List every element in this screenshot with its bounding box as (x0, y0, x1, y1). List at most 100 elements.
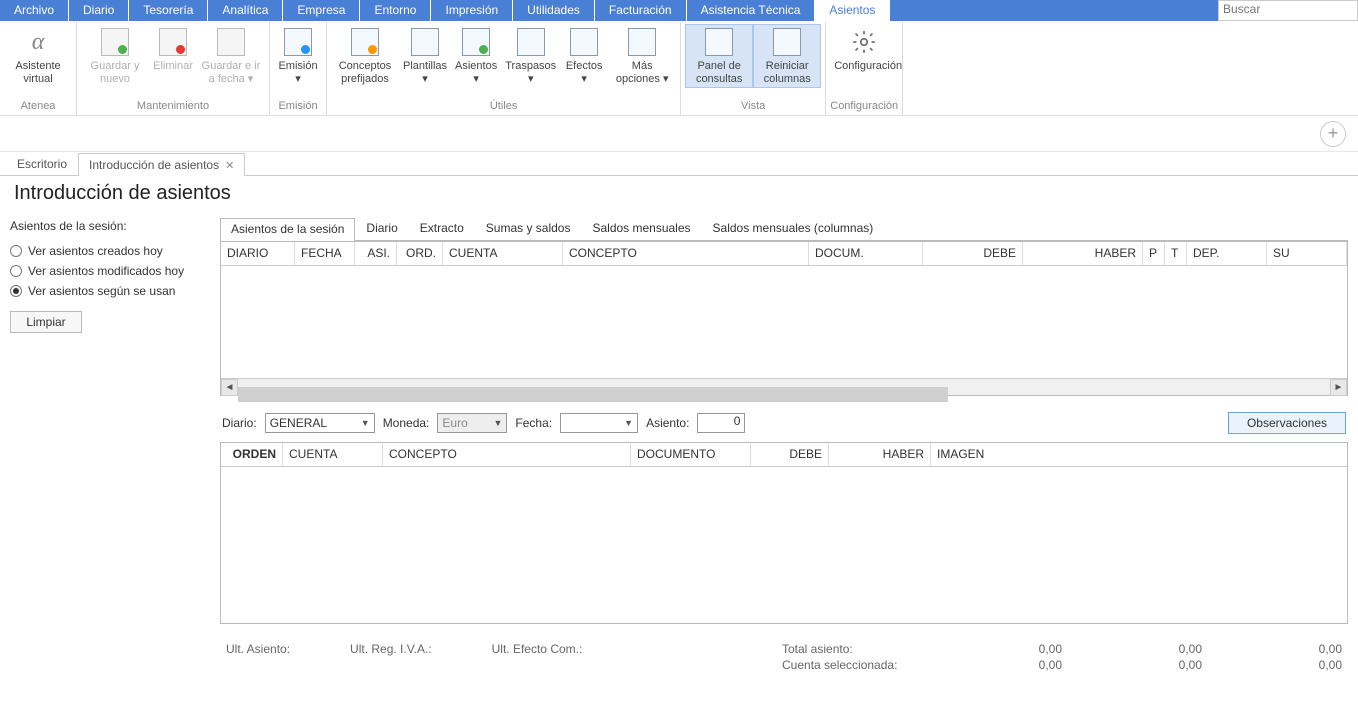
diario-label: Diario: (222, 416, 257, 430)
col-cuenta[interactable]: CUENTA (443, 242, 563, 265)
grid-body[interactable] (221, 266, 1347, 378)
eliminar-button[interactable]: Eliminar (149, 24, 197, 75)
plantillas-button[interactable]: Plantillas▾ (399, 24, 451, 88)
cuenta-val-1: 0,00 (982, 658, 1062, 672)
ribbon-group-utiles: Conceptos prefijados Plantillas▾ Asiento… (327, 22, 681, 115)
total-val-1: 0,00 (982, 642, 1062, 656)
col-dep[interactable]: DEP. (1187, 242, 1267, 265)
grid2-body[interactable] (221, 467, 1347, 623)
chevron-down-icon: ▼ (361, 418, 370, 428)
col-concepto[interactable]: CONCEPTO (563, 242, 809, 265)
scroll-thumb[interactable] (238, 387, 948, 402)
col-ord[interactable]: ORD. (397, 242, 443, 265)
col-diario[interactable]: DIARIO (221, 242, 295, 265)
left-panel: Asientos de la sesión: Ver asientos crea… (0, 215, 218, 672)
doc-tabs: Escritorio Introducción de asientos ✕ (0, 152, 1358, 176)
menu-tesoreria[interactable]: Tesorería (129, 0, 208, 21)
col-documento[interactable]: DOCUMENTO (631, 443, 751, 466)
asientos-utiles-button[interactable]: Asientos▾ (451, 24, 501, 88)
col-debe2[interactable]: DEBE (751, 443, 829, 466)
footer-totals: Total asiento: 0,00 0,00 0,00 Cuenta sel… (782, 642, 1342, 672)
fecha-label: Fecha: (515, 416, 552, 430)
diario-combo[interactable]: GENERAL ▼ (265, 413, 375, 433)
configuracion-button[interactable]: Configuración (830, 24, 898, 75)
asistente-virtual-button[interactable]: α Asistente virtual (4, 24, 72, 88)
col-t[interactable]: T (1165, 242, 1187, 265)
menu-facturacion[interactable]: Facturación (595, 0, 687, 21)
save-date-icon (217, 28, 245, 56)
scroll-right-icon[interactable]: ► (1330, 379, 1347, 396)
ult-asiento-label: Ult. Asiento: (226, 642, 290, 672)
menu-diario[interactable]: Diario (69, 0, 129, 21)
menu-entorno[interactable]: Entorno (360, 0, 431, 21)
tab-asientos-sesion[interactable]: Asientos de la sesión (220, 218, 355, 241)
moneda-combo[interactable]: Euro ▼ (437, 413, 507, 433)
search-box[interactable] (1218, 0, 1358, 21)
col-cuenta2[interactable]: CUENTA (283, 443, 383, 466)
conceptos-button[interactable]: Conceptos prefijados (331, 24, 399, 88)
col-imagen[interactable]: IMAGEN (931, 443, 1347, 466)
col-concepto2[interactable]: CONCEPTO (383, 443, 631, 466)
search-input[interactable] (1223, 2, 1353, 16)
asiento-input[interactable]: 0 (697, 413, 745, 433)
reiniciar-columnas-button[interactable]: Reiniciar columnas (753, 24, 821, 88)
scroll-left-icon[interactable]: ◄ (221, 379, 238, 396)
menu-empresa[interactable]: Empresa (283, 0, 360, 21)
radio-segun-usan[interactable]: Ver asientos según se usan (10, 281, 208, 301)
ribbon-group-label: Vista (685, 98, 821, 115)
menu-asientos[interactable]: Asientos (815, 0, 890, 21)
observaciones-button[interactable]: Observaciones (1228, 412, 1346, 434)
menu-analitica[interactable]: Analítica (208, 0, 283, 21)
ribbon-group-label: Mantenimiento (81, 98, 265, 115)
col-haber[interactable]: HABER (1023, 242, 1143, 265)
col-fecha[interactable]: FECHA (295, 242, 355, 265)
col-debe[interactable]: DEBE (923, 242, 1023, 265)
mas-opciones-button[interactable]: Más opciones ▾ (608, 24, 676, 88)
ult-reg-iva-label: Ult. Reg. I.V.A.: (350, 642, 432, 672)
col-orden[interactable]: ORDEN (221, 443, 283, 466)
col-haber2[interactable]: HABER (829, 443, 931, 466)
col-su[interactable]: SU (1267, 242, 1347, 265)
guardar-fecha-button[interactable]: Guardar e ir a fecha ▾ (197, 24, 265, 88)
menu-utilidades[interactable]: Utilidades (513, 0, 595, 21)
doc-tab-escritorio[interactable]: Escritorio (6, 152, 78, 175)
grid-sesion: DIARIO FECHA ASI. ORD. CUENTA CONCEPTO D… (220, 241, 1348, 396)
tab-diario[interactable]: Diario (355, 217, 408, 240)
ribbon-group-label: Configuración (830, 98, 898, 115)
close-icon[interactable]: ✕ (225, 159, 234, 172)
tab-extracto[interactable]: Extracto (409, 217, 475, 240)
cuenta-val-3: 0,00 (1262, 658, 1342, 672)
tab-saldos-mensuales[interactable]: Saldos mensuales (581, 217, 701, 240)
emision-button[interactable]: Emisión▾ (274, 24, 322, 88)
limpiar-button[interactable]: Limpiar (10, 311, 82, 333)
cuenta-val-2: 0,00 (1122, 658, 1202, 672)
menu-archivo[interactable]: Archivo (0, 0, 69, 21)
tab-sumas-saldos[interactable]: Sumas y saldos (475, 217, 582, 240)
efectos-button[interactable]: Efectos▾ (560, 24, 608, 88)
asiento-label: Asiento: (646, 416, 689, 430)
effects-icon (570, 28, 598, 56)
grid2-header: ORDEN CUENTA CONCEPTO DOCUMENTO DEBE HAB… (221, 443, 1347, 467)
traspasos-button[interactable]: Traspasos▾ (501, 24, 560, 88)
transfer-icon (517, 28, 545, 56)
tab-saldos-mensuales-col[interactable]: Saldos mensuales (columnas) (702, 217, 885, 240)
menu-impresion[interactable]: Impresión (431, 0, 513, 21)
add-button[interactable]: + (1320, 121, 1346, 147)
menubar-spacer (890, 0, 1218, 21)
right-panel: Asientos de la sesión Diario Extracto Su… (218, 215, 1358, 672)
col-asi[interactable]: ASI. (355, 242, 397, 265)
chevron-down-icon: ▼ (624, 418, 633, 428)
menu-asistencia[interactable]: Asistencia Técnica (687, 0, 816, 21)
fecha-combo[interactable]: ▼ (560, 413, 638, 433)
ribbon-group-configuracion: Configuración Configuración (826, 22, 903, 115)
doc-tab-asientos[interactable]: Introducción de asientos ✕ (78, 153, 245, 176)
radio-modificados-hoy[interactable]: Ver asientos modificados hoy (10, 261, 208, 281)
h-scrollbar[interactable]: ◄ ► (221, 378, 1347, 395)
ribbon-group-mantenimiento: Guardar y nuevo Eliminar Guardar e ir a … (77, 22, 270, 115)
guardar-nuevo-button[interactable]: Guardar y nuevo (81, 24, 149, 88)
ribbon-group-label: Útiles (331, 98, 676, 115)
radio-creados-hoy[interactable]: Ver asientos creados hoy (10, 241, 208, 261)
panel-consultas-button[interactable]: Panel de consultas (685, 24, 753, 88)
col-p[interactable]: P (1143, 242, 1165, 265)
col-docum[interactable]: DOCUM. (809, 242, 923, 265)
